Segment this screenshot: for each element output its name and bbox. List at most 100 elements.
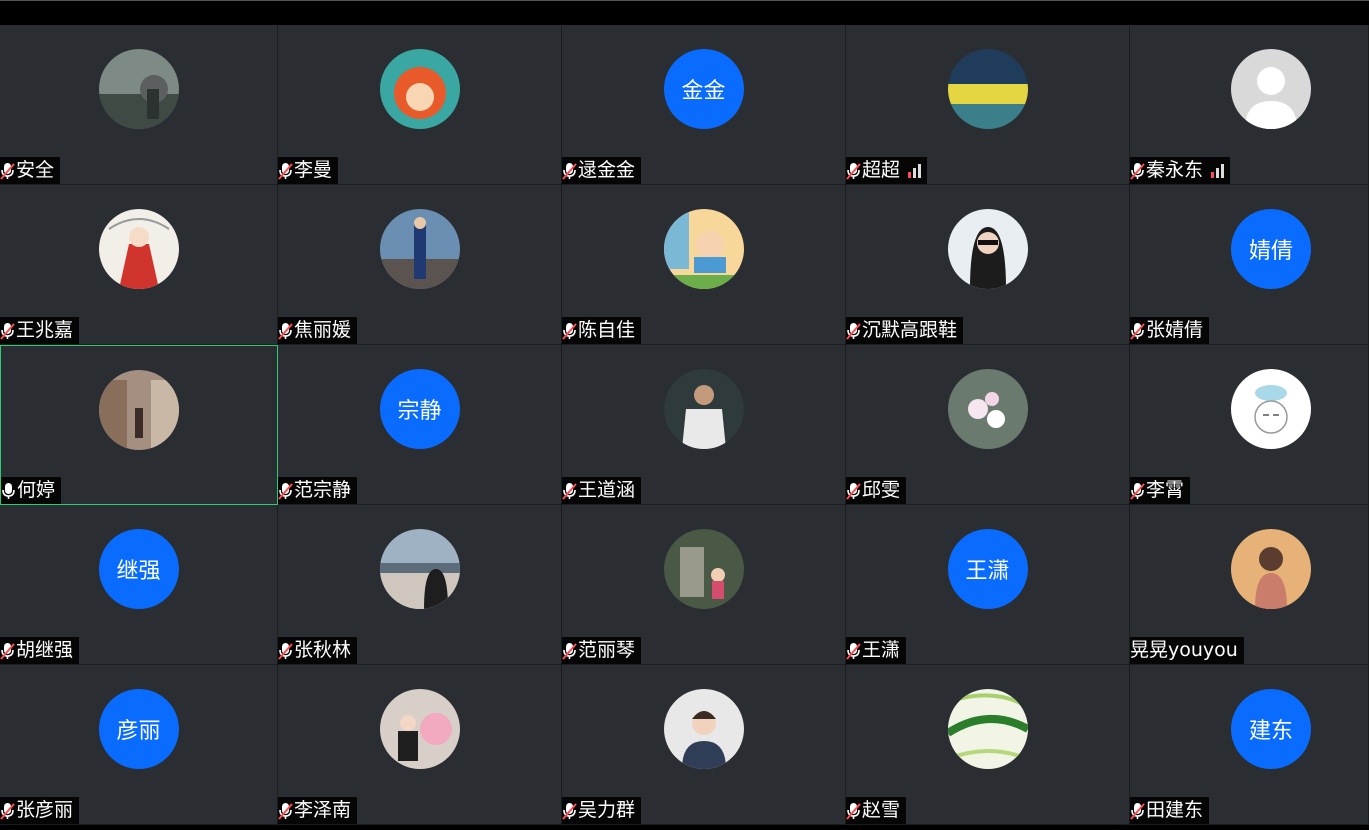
participant-tile[interactable]: 赵雪 xyxy=(846,665,1130,825)
name-tag: 李曼 xyxy=(278,157,339,184)
man-tshirt-photo-avatar xyxy=(663,369,744,449)
mic-muted-icon xyxy=(0,641,16,661)
name-tag: 张婧倩 xyxy=(1130,317,1210,344)
sunset-woman-photo-avatar xyxy=(1231,529,1311,609)
initials-avatar: 宗静 xyxy=(379,369,460,449)
participant-tile[interactable]: 李霄 xyxy=(1130,345,1369,505)
participant-tile[interactable]: 李泽南 xyxy=(278,665,562,825)
participant-name: 逯金金 xyxy=(578,159,636,181)
participant-name: 焦丽媛 xyxy=(294,319,352,341)
name-tag: 何婷 xyxy=(1,477,62,504)
participant-grid: 安全 李曼 金金 逯金金 超超 秦永东 王兆嘉 焦丽媛 陈自佳 沉默高跟鞋 婧倩张… xyxy=(0,25,1369,825)
mic-muted-icon xyxy=(278,641,294,661)
participant-tile[interactable]: 王潇 王潇 xyxy=(846,505,1130,665)
name-tag: 田建东 xyxy=(1130,797,1210,824)
participant-name: 安全 xyxy=(16,159,55,181)
flower-field-photo-avatar xyxy=(947,49,1028,129)
participant-tile[interactable]: 继强 胡继强 xyxy=(0,505,278,665)
cartoon-boy-reading-photo-avatar xyxy=(663,209,744,289)
name-tag: 秦永东 xyxy=(1130,157,1231,184)
participant-name: 范宗静 xyxy=(294,479,352,501)
name-tag: 范丽琴 xyxy=(562,637,642,664)
participant-name: 李曼 xyxy=(294,159,333,181)
mic-muted-icon xyxy=(562,801,578,821)
mic-muted-icon xyxy=(1130,321,1146,341)
participant-tile[interactable]: 李曼 xyxy=(278,25,562,185)
participant-name: 超超 xyxy=(862,159,901,181)
participant-tile[interactable]: 婧倩张婧倩 xyxy=(1130,185,1369,345)
participant-tile[interactable]: 王兆嘉 xyxy=(0,185,278,345)
participant-tile[interactable]: 宗静范宗静 xyxy=(278,345,562,505)
name-tag: 王道涵 xyxy=(562,477,642,504)
name-tag: 逯金金 xyxy=(562,157,642,184)
mic-muted-icon xyxy=(1130,161,1146,181)
participant-tile[interactable]: 彦丽张彦丽 xyxy=(0,665,278,825)
participant-name: 沉默高跟鞋 xyxy=(862,319,958,341)
participant-name: 王兆嘉 xyxy=(16,319,74,341)
participant-tile[interactable]: 金金 逯金金 xyxy=(562,25,846,185)
mic-muted-icon xyxy=(278,481,294,501)
participant-tile-active-speaker[interactable]: 何婷 xyxy=(0,345,278,505)
participant-tile[interactable]: 陈自佳 xyxy=(562,185,846,345)
cartoon-face-photo-avatar xyxy=(1231,369,1311,449)
participant-tile[interactable]: 安全 xyxy=(0,25,278,185)
name-tag: 沉默高跟鞋 xyxy=(846,317,964,344)
participant-tile[interactable]: 邱雯 xyxy=(846,345,1130,505)
mic-muted-icon xyxy=(0,161,16,181)
mic-muted-icon xyxy=(1130,801,1146,821)
name-tag: 王潇 xyxy=(846,637,907,664)
participant-name: 范丽琴 xyxy=(578,639,636,661)
street-woman-photo-avatar xyxy=(99,370,179,450)
participant-tile[interactable]: 吴力群 xyxy=(562,665,846,825)
initials-avatar: 王潇 xyxy=(947,529,1028,609)
participant-name: 张秋林 xyxy=(294,639,352,661)
name-tag: 范宗静 xyxy=(278,477,358,504)
mic-muted-icon xyxy=(562,321,578,341)
participant-name: 陈自佳 xyxy=(578,319,636,341)
participant-tile[interactable]: 王道涵 xyxy=(562,345,846,505)
name-tag: 张秋林 xyxy=(278,637,358,664)
participant-tile[interactable]: 超超 xyxy=(846,25,1130,185)
initials-avatar: 继强 xyxy=(98,529,179,609)
girl-pig-toy-photo-avatar xyxy=(379,689,460,769)
participant-tile[interactable]: 建东 田建东 xyxy=(1130,665,1369,825)
name-tag: 晃晃youyou xyxy=(1130,637,1244,664)
name-tag: 焦丽媛 xyxy=(278,317,358,344)
bottom-bar xyxy=(0,825,1369,830)
participant-tile[interactable]: 范丽琴 xyxy=(562,505,846,665)
participant-name: 张婧倩 xyxy=(1146,319,1204,341)
participant-tile[interactable]: 沉默高跟鞋 xyxy=(846,185,1130,345)
garden-photo-avatar xyxy=(98,49,179,129)
mic-muted-icon xyxy=(846,481,862,501)
name-tag: 吴力群 xyxy=(562,797,642,824)
cartoon-girl-photo-avatar xyxy=(379,49,460,129)
participant-tile[interactable]: 晃晃youyou xyxy=(1130,505,1369,665)
default-user-silhouette-avatar xyxy=(1231,49,1311,129)
top-bar xyxy=(0,0,1369,25)
participant-tile[interactable]: 焦丽媛 xyxy=(278,185,562,345)
initials-avatar: 婧倩 xyxy=(1231,209,1311,289)
mic-muted-icon xyxy=(278,801,294,821)
participant-name: 张彦丽 xyxy=(16,799,74,821)
participant-tile[interactable]: 秦永东 xyxy=(1130,25,1369,185)
mic-muted-icon xyxy=(846,161,862,181)
name-tag: 陈自佳 xyxy=(562,317,642,344)
name-tag: 安全 xyxy=(0,157,61,184)
participant-name: 李泽南 xyxy=(294,799,352,821)
initials-avatar: 彦丽 xyxy=(98,689,179,769)
mic-muted-icon xyxy=(278,161,294,181)
child-statue-photo-avatar xyxy=(663,529,744,609)
participant-tile[interactable]: 张秋林 xyxy=(278,505,562,665)
mic-muted-icon xyxy=(562,481,578,501)
woman-sunglasses-photo-avatar xyxy=(947,209,1028,289)
mic-on-icon xyxy=(1,481,17,501)
participant-name: 王道涵 xyxy=(578,479,636,501)
mic-muted-icon xyxy=(562,161,578,181)
participant-name: 吴力群 xyxy=(578,799,636,821)
signal-strength-icon xyxy=(908,163,922,178)
blossom-photo-avatar xyxy=(947,369,1028,449)
participant-name: 田建东 xyxy=(1146,799,1204,821)
mic-muted-icon xyxy=(562,641,578,661)
green-leaf-photo-avatar xyxy=(947,689,1028,769)
woman-portrait-photo-avatar xyxy=(663,689,744,769)
